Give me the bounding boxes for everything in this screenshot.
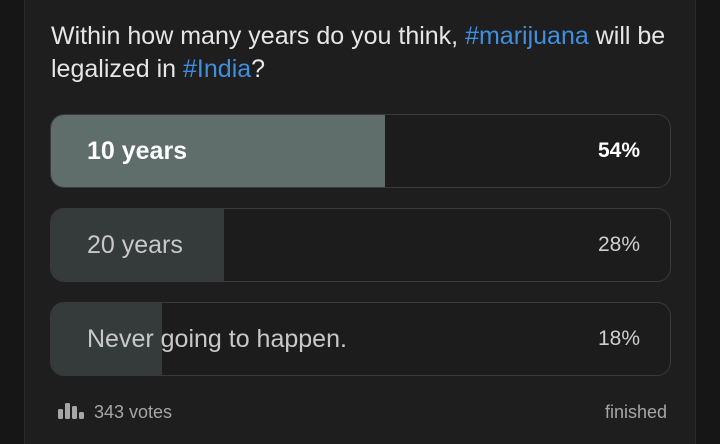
poll-options: 10 years 54% 20 years 28% Never going to… (50, 114, 671, 396)
vote-count: 343 votes (58, 401, 172, 424)
poll-option-10-years[interactable]: 10 years 54% (50, 114, 671, 188)
hashtag-marijuana-link[interactable]: #marijuana (465, 22, 589, 50)
vote-count-label: 343 votes (94, 401, 173, 422)
poll-option-percent: 28% (597, 233, 640, 256)
bar-chart-icon (58, 401, 86, 424)
question-text-1: Within how many years do you think, (51, 22, 466, 50)
poll-footer: 343 votes finished (58, 398, 667, 426)
poll-question: Within how many years do you think, #mar… (51, 20, 671, 86)
poll-status: finished (604, 401, 667, 422)
hashtag-india-link[interactable]: #India (183, 55, 251, 83)
poll-card: Within how many years do you think, #mar… (24, 0, 696, 444)
poll-option-label: Never going to happen. (87, 324, 347, 353)
poll-option-20-years[interactable]: 20 years 28% (50, 208, 671, 282)
poll-option-never[interactable]: Never going to happen. 18% (50, 302, 671, 376)
poll-option-percent: 54% (597, 139, 640, 162)
poll-option-label: 20 years (87, 230, 183, 259)
poll-option-label: 10 years (87, 136, 188, 165)
poll-option-percent: 18% (597, 327, 640, 350)
question-text-3: ? (251, 55, 266, 83)
